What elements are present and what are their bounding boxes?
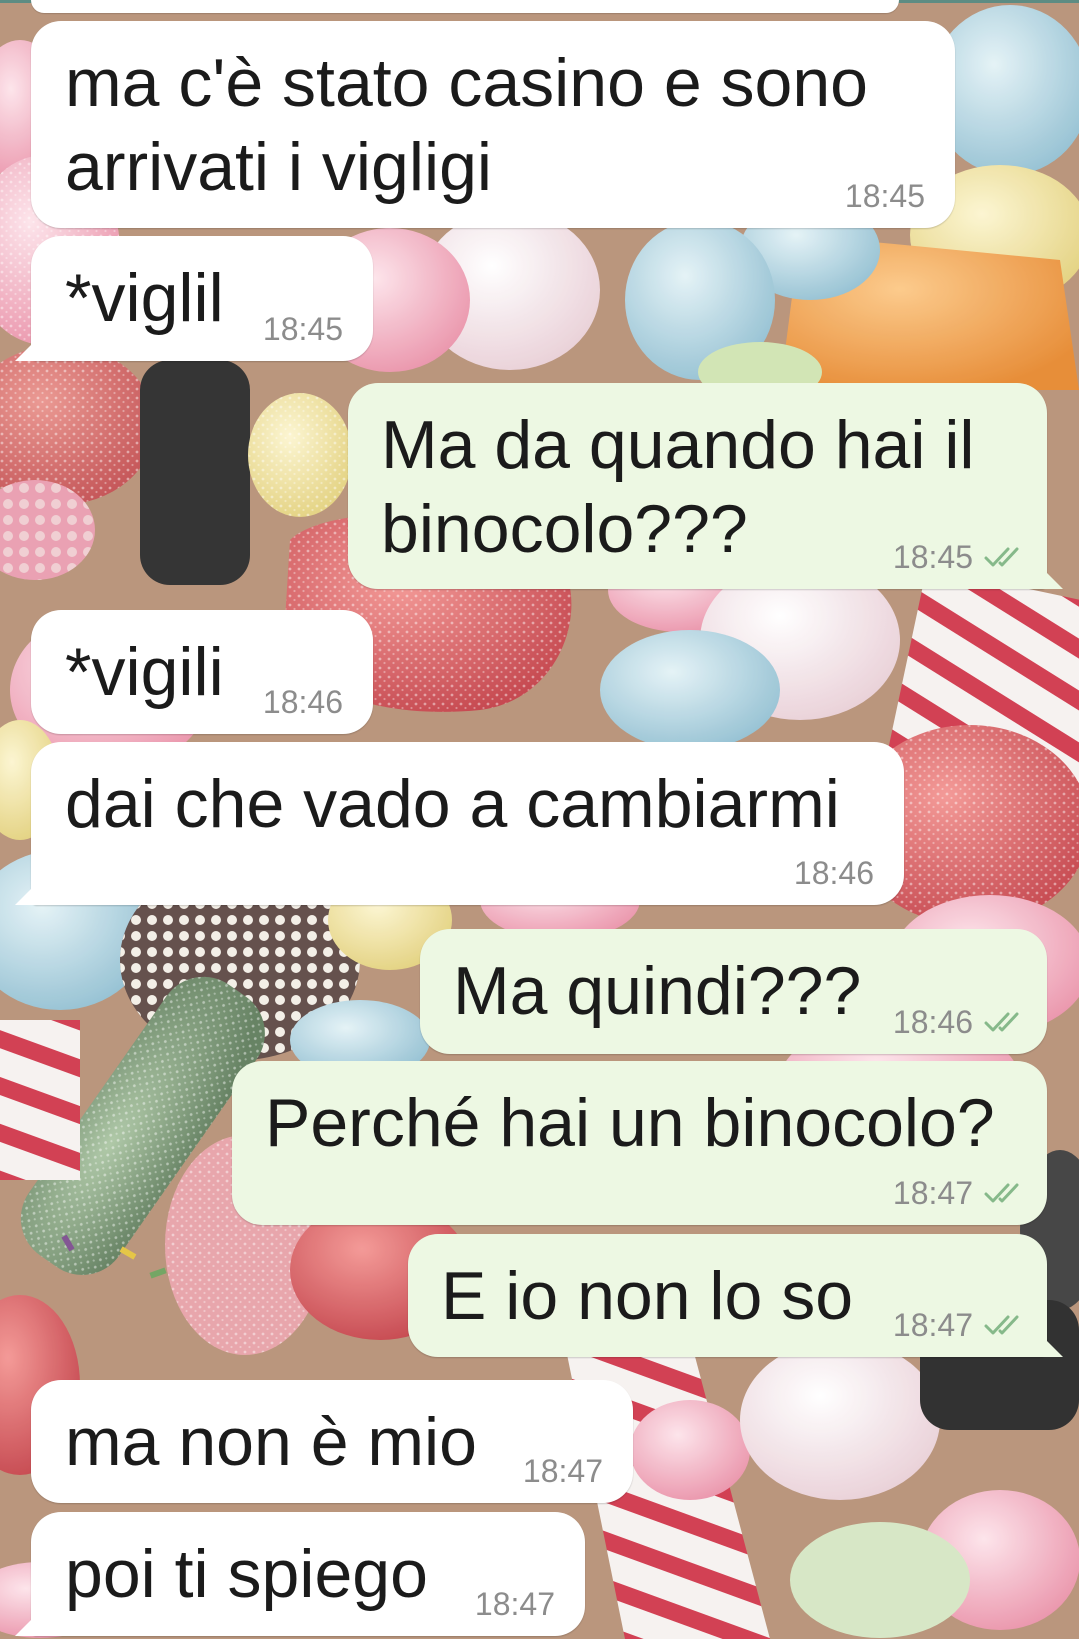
message-bubble-outgoing[interactable]: E io non lo so 18:47: [408, 1234, 1047, 1357]
message-time: 18:47: [892, 1175, 973, 1211]
message-text: dai che vado a cambiarmi: [65, 766, 840, 842]
message-time: 18:47: [474, 1586, 555, 1622]
message-meta: 18:45: [893, 539, 1029, 575]
message-text: *vigili: [65, 634, 224, 710]
message-text: Perché hai un binocolo?: [265, 1085, 995, 1161]
message-meta: 18:46: [794, 855, 874, 891]
message-meta: 18:47: [893, 1307, 1029, 1343]
message-meta: 18:46: [263, 684, 343, 720]
message-time: 18:47: [522, 1453, 603, 1489]
message-text: *viglil: [65, 260, 224, 336]
message-meta: 18:46: [893, 1004, 1029, 1040]
double-check-icon: [984, 1183, 1019, 1203]
double-check-icon: [984, 547, 1019, 567]
message-bubble-incoming[interactable]: *viglil 18:45: [31, 236, 373, 361]
double-check-icon: [984, 1315, 1019, 1335]
message-time: 18:45: [844, 178, 925, 214]
message-meta: 18:45: [263, 311, 343, 347]
message-bubble-outgoing[interactable]: Ma quindi??? 18:46: [420, 929, 1047, 1054]
message-meta: 18:47: [893, 1175, 1029, 1211]
message-bubble-incoming[interactable]: ma non è mio 18:47: [31, 1380, 633, 1503]
message-bubble-incoming[interactable]: dai che vado a cambiarmi 18:46: [31, 742, 904, 905]
message-time: 18:46: [262, 684, 343, 720]
message-bubble-outgoing[interactable]: Perché hai un binocolo? 18:47: [232, 1061, 1047, 1225]
double-check-icon: [984, 1012, 1019, 1032]
message-time: 18:45: [262, 311, 343, 347]
message-time: 18:46: [793, 855, 874, 891]
message-bubble-incoming[interactable]: poi ti spiego 18:47: [31, 1512, 585, 1636]
message-time: 18:46: [892, 1004, 973, 1040]
message-bubble-incoming[interactable]: *vigili 18:46: [31, 610, 373, 734]
message-text: E io non lo so: [441, 1258, 854, 1334]
message-time: 18:45: [892, 539, 973, 575]
message-text: Ma quindi???: [453, 953, 862, 1029]
message-meta: 18:47: [475, 1586, 555, 1622]
message-meta: 18:45: [845, 178, 925, 214]
message-bubble-outgoing[interactable]: Ma da quando hai il binocolo??? 18:45: [348, 383, 1047, 589]
previous-message-bubble-partial[interactable]: [31, 0, 899, 13]
message-text: poi ti spiego: [65, 1536, 428, 1612]
message-bubble-incoming[interactable]: ma c'è stato casino e sono arrivati i vi…: [31, 21, 955, 228]
message-time: 18:47: [892, 1307, 973, 1343]
message-text: ma non è mio: [65, 1404, 477, 1480]
message-meta: 18:47: [523, 1453, 603, 1489]
message-text: ma c'è stato casino e sono arrivati i vi…: [65, 45, 868, 205]
